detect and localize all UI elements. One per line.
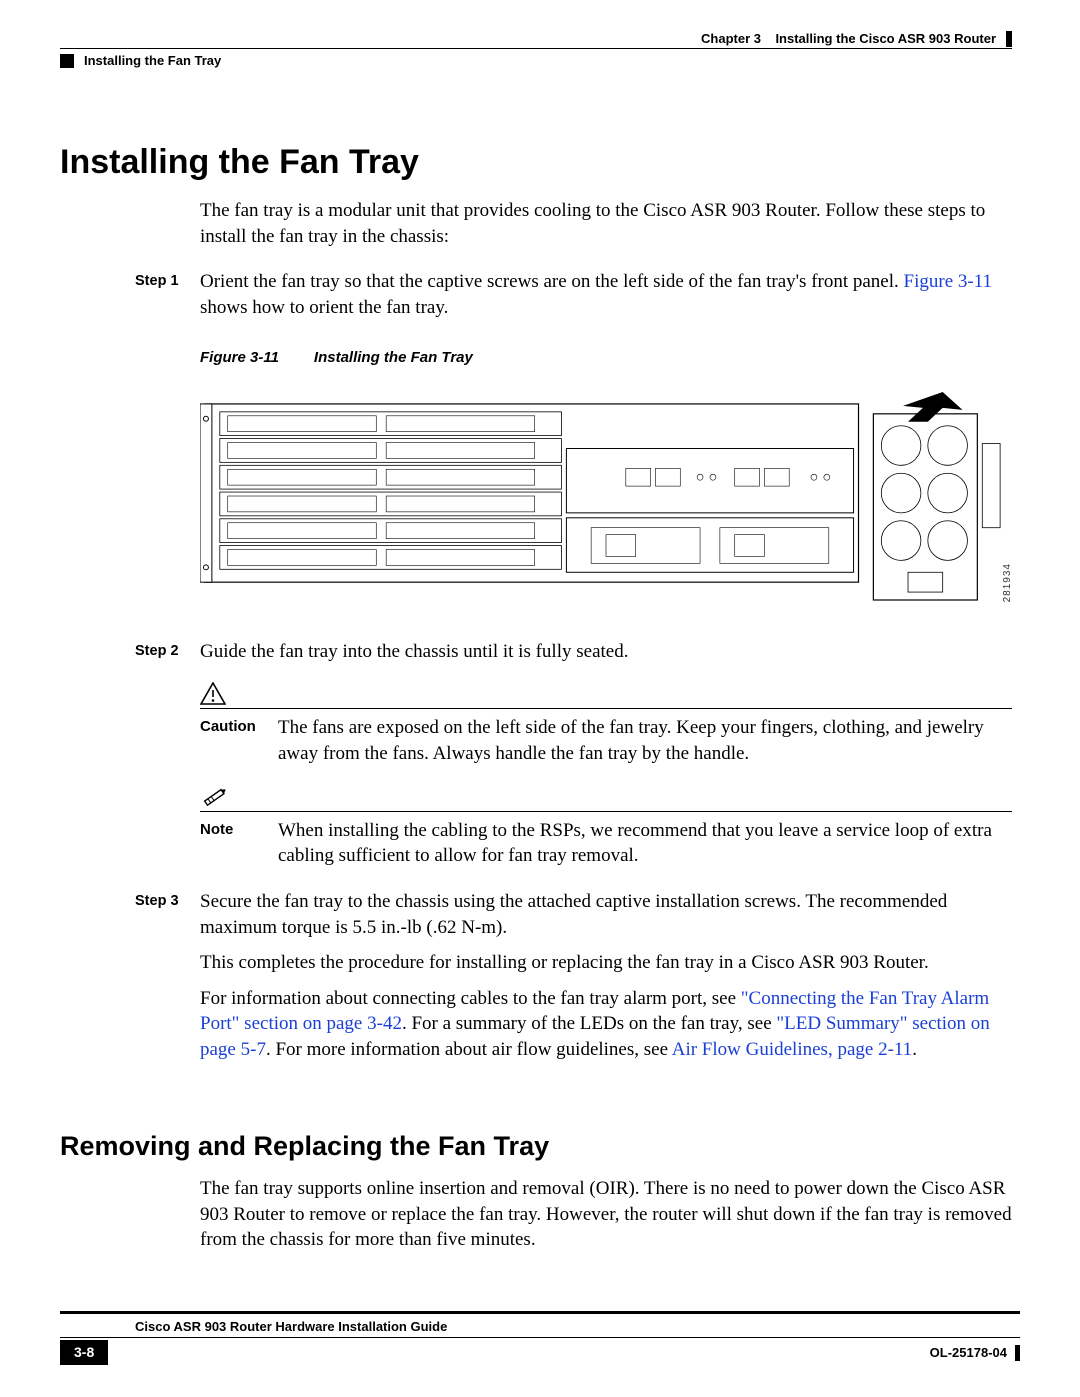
caution-icon — [200, 682, 1012, 706]
header-breadcrumb: Installing the Fan Tray — [60, 52, 221, 70]
note-text: When installing the cabling to the RSPs,… — [278, 818, 1012, 869]
xref-airflow[interactable]: Air Flow Guidelines, page 2-11 — [672, 1039, 912, 1060]
subsection-heading: Removing and Replacing the Fan Tray — [60, 1128, 1020, 1164]
step-body: Secure the fan tray to the chassis using… — [200, 889, 1012, 1073]
figure-link[interactable]: Figure 3-11 — [904, 271, 992, 292]
step-2: Step 2 Guide the fan tray into the chass… — [60, 639, 1012, 665]
step-1: Step 1 Orient the fan tray so that the c… — [60, 269, 1012, 320]
note-block: Note When installing the cabling to the … — [200, 785, 1012, 869]
footer-guide-title: Cisco ASR 903 Router Hardware Installati… — [60, 1316, 1020, 1338]
figure-caption: Figure 3-11Installing the Fan Tray — [200, 348, 1020, 368]
section-heading: Installing the Fan Tray — [60, 140, 1020, 186]
page-footer: Cisco ASR 903 Router Hardware Installati… — [60, 1311, 1020, 1365]
caution-text: The fans are exposed on the left side of… — [278, 715, 1012, 766]
step-label: Step 2 — [60, 639, 200, 665]
note-label: Note — [200, 818, 260, 869]
header-square-icon — [60, 54, 74, 68]
figure-3-11: 281934 — [200, 383, 1012, 613]
step-body: Guide the fan tray into the chassis unti… — [200, 639, 1012, 665]
footer-bar-icon — [1015, 1345, 1020, 1361]
remove-paragraph: The fan tray supports online insertion a… — [200, 1176, 1012, 1253]
header-bar-icon — [1006, 31, 1012, 47]
step-body: Orient the fan tray so that the captive … — [200, 269, 1012, 320]
caution-block: Caution The fans are exposed on the left… — [200, 682, 1012, 766]
router-fan-tray-diagram — [200, 383, 1012, 613]
caution-label: Caution — [200, 715, 260, 766]
intro-paragraph: The fan tray is a modular unit that prov… — [200, 198, 1012, 249]
page-number: 3-8 — [60, 1340, 108, 1365]
page-header: Chapter 3 Installing the Cisco ASR 903 R… — [60, 30, 1020, 70]
step-label: Step 3 — [60, 889, 200, 1073]
step-label: Step 1 — [60, 269, 200, 320]
doc-id: OL-25178-04 — [930, 1344, 1020, 1362]
note-icon — [200, 785, 1012, 809]
header-chapter: Chapter 3 Installing the Cisco ASR 903 R… — [701, 30, 1012, 48]
figure-id: 281934 — [1001, 563, 1015, 602]
step-3: Step 3 Secure the fan tray to the chassi… — [60, 889, 1012, 1073]
